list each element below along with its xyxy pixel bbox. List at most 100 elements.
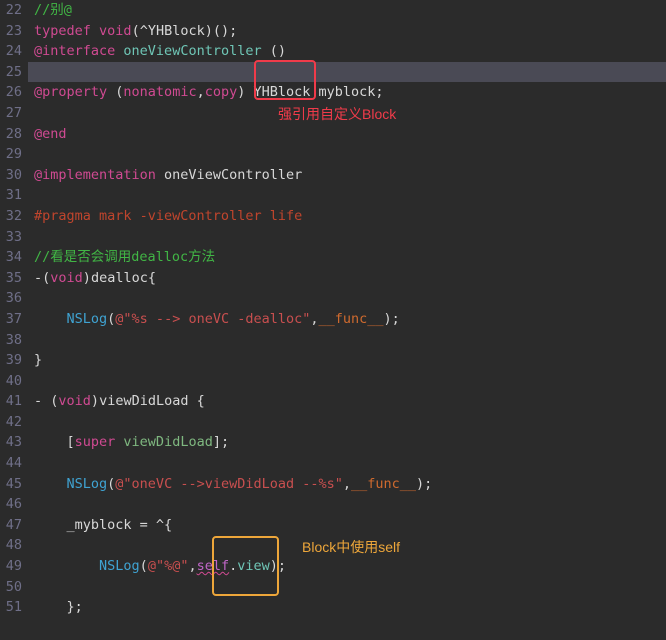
paren: );	[416, 476, 432, 492]
paren: (	[140, 558, 148, 574]
line-number: 40	[0, 371, 22, 392]
code-line-empty	[34, 494, 666, 515]
code-line-empty	[34, 144, 666, 165]
annotation-box-self	[212, 536, 279, 596]
code-line: };	[34, 597, 666, 618]
keyword-super: super	[75, 434, 116, 450]
comment: //别@	[34, 2, 72, 18]
code-line-empty	[34, 185, 666, 206]
keyword-implementation: @implementation	[34, 167, 156, 183]
code-line: //别@	[34, 0, 666, 21]
line-number: 30	[0, 165, 22, 186]
line-number: 47	[0, 515, 22, 536]
code-line: @end	[34, 124, 666, 145]
bracket: [	[67, 434, 75, 450]
line-number-gutter: 2223242526272829303132333435363738394041…	[0, 0, 28, 618]
fn-nslog: NSLog	[67, 476, 108, 492]
comma: ,	[310, 311, 318, 327]
code-line: NSLog(@"%s --> oneVC -dealloc",__func__)…	[34, 309, 666, 330]
line-number: 43	[0, 432, 22, 453]
code-line-empty	[34, 227, 666, 248]
line-number: 33	[0, 227, 22, 248]
code-line: @implementation oneViewController	[34, 165, 666, 186]
line-number: 48	[0, 535, 22, 556]
selector: viewDidLoad	[115, 434, 213, 450]
code-line: NSLog(@"oneVC -->viewDidLoad --%s",__fun…	[34, 474, 666, 495]
line-number: 39	[0, 350, 22, 371]
code-line: @interface oneViewController ()	[34, 41, 666, 62]
macro-func: __func__	[351, 476, 416, 492]
keyword-property: @property	[34, 84, 107, 100]
annotation-label-strongref: 强引用自定义Block	[278, 104, 396, 125]
line-number: 46	[0, 494, 22, 515]
line-number: 23	[0, 21, 22, 42]
block-decl: (^YHBlock)();	[132, 23, 238, 39]
string-literal: @"%s --> oneVC -dealloc"	[115, 311, 310, 327]
annotation-box-copy	[254, 60, 316, 100]
line-number: 49	[0, 556, 22, 577]
attr-copy: copy	[205, 84, 238, 100]
code-line: #pragma mark -viewController life	[34, 206, 666, 227]
assign: = ^{	[132, 517, 173, 533]
paren: )	[237, 84, 253, 100]
line-number: 29	[0, 144, 22, 165]
code-editor: 2223242526272829303132333435363738394041…	[0, 0, 666, 618]
line-number: 24	[0, 41, 22, 62]
code-line-empty	[34, 412, 666, 433]
line-number: 38	[0, 330, 22, 351]
line-number: 28	[0, 124, 22, 145]
comma: ,	[343, 476, 351, 492]
dash: -	[34, 393, 50, 409]
comment: //看是否会调用dealloc方法	[34, 249, 215, 265]
code-line: -(void)dealloc{	[34, 268, 666, 289]
code-line-empty	[34, 288, 666, 309]
line-number: 32	[0, 206, 22, 227]
method-name: viewDidLoad {	[99, 393, 205, 409]
line-number: 26	[0, 82, 22, 103]
code-line-empty	[34, 62, 666, 83]
macro-func: __func__	[319, 311, 384, 327]
line-number: 35	[0, 268, 22, 289]
line-number: 25	[0, 62, 22, 83]
keyword-void: void	[99, 23, 132, 39]
line-number: 31	[0, 185, 22, 206]
annotation-label-blockself: Block中使用self	[302, 537, 400, 558]
string-literal: @"oneVC -->viewDidLoad --%s"	[115, 476, 343, 492]
string-literal: @"%@"	[148, 558, 189, 574]
method-name: dealloc{	[91, 270, 156, 286]
ivar-name: myblock;	[310, 84, 383, 100]
code-line: //看是否会调用dealloc方法	[34, 247, 666, 268]
code-line: _myblock = ^{	[34, 515, 666, 536]
line-number: 45	[0, 474, 22, 495]
code-line-empty	[34, 453, 666, 474]
parens: ()	[262, 43, 286, 59]
ivar: _myblock	[67, 517, 132, 533]
paren: )	[91, 393, 99, 409]
line-number: 41	[0, 391, 22, 412]
code-line: NSLog(@"%@",self.view);	[34, 556, 666, 577]
keyword-end: @end	[34, 126, 67, 142]
brace: };	[67, 599, 83, 615]
line-number: 50	[0, 577, 22, 598]
pragma-mark: #pragma mark -viewController life	[34, 208, 302, 224]
line-number: 42	[0, 412, 22, 433]
fn-nslog: NSLog	[67, 311, 108, 327]
comma: ,	[197, 84, 205, 100]
keyword-typedef: typedef	[34, 23, 91, 39]
paren: );	[384, 311, 400, 327]
line-number: 37	[0, 309, 22, 330]
comma: ,	[188, 558, 196, 574]
brace: }	[34, 352, 42, 368]
line-number: 51	[0, 597, 22, 618]
line-number: 22	[0, 0, 22, 21]
code-line: - (void)viewDidLoad {	[34, 391, 666, 412]
line-number: 34	[0, 247, 22, 268]
code-line: typedef void(^YHBlock)();	[34, 21, 666, 42]
dash: -	[34, 270, 42, 286]
attr-nonatomic: nonatomic	[123, 84, 196, 100]
keyword-void: void	[58, 393, 91, 409]
paren: )	[83, 270, 91, 286]
line-number: 36	[0, 288, 22, 309]
bracket: ];	[213, 434, 229, 450]
code-line: [super viewDidLoad];	[34, 432, 666, 453]
